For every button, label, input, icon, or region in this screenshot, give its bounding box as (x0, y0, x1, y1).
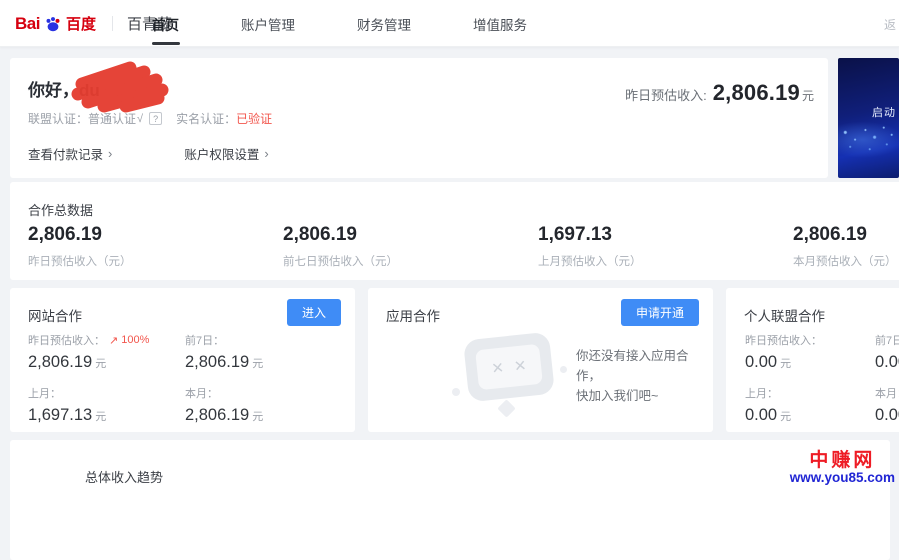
yesterday-income-value: 2,806.19 (713, 80, 800, 106)
yesterday-income: 昨日预估收入: 2,806.19 元 (625, 80, 814, 106)
stat-yesterday: 2,806.19 昨日预估收入（元） (28, 224, 132, 269)
trend-percent: 100% (121, 334, 149, 346)
cooperation-summary-card: 合作总数据 2,806.19 昨日预估收入（元） 2,806.19 前七日预估收… (10, 182, 899, 280)
personal-union-card: 个人联盟合作 昨日预估收入： 0.00元 前7日： 0.00 上月： 0.00元… (726, 288, 899, 432)
website-last7-metric: 前7日： 2,806.19元 (185, 332, 263, 372)
greeting-links: 查看付款记录 › 账户权限设置 › (28, 144, 269, 163)
baidu-logo-cn: 百度 (66, 13, 96, 34)
stat-label: 上月预估收入（元） (538, 253, 642, 269)
personal-card-title: 个人联盟合作 (744, 305, 825, 325)
baidu-paw-icon (44, 15, 62, 33)
yesterday-income-label: 昨日预估收入: (625, 85, 707, 104)
personal-last7-metric: 前7日： 0.00 (875, 332, 899, 372)
summary-title: 合作总数据 (28, 200, 93, 219)
website-yesterday-metric: 昨日预估收入： ↗ 100% 2,806.19元 (28, 332, 149, 372)
promo-banner[interactable]: 启动 (838, 58, 899, 178)
chevron-right-icon: › (264, 146, 268, 161)
site-watermark: 中赚网 www.you85.com (790, 451, 895, 485)
check-icon: √ (137, 113, 143, 125)
website-lastmonth-metric: 上月： 1,697.13元 (28, 385, 106, 425)
chevron-right-icon: › (108, 146, 112, 161)
realname-cert-label: 实名认证： (176, 110, 236, 127)
app-card-title: 应用合作 (386, 305, 440, 325)
trend-title: 总体收入趋势 (85, 467, 163, 486)
payment-records-link[interactable]: 查看付款记录 › (28, 144, 112, 163)
watermark-url[interactable]: www.you85.com (790, 471, 895, 485)
greeting-card: 你好，du 联盟认证： 普通认证 √ ? 实名认证： 已验证 查看付款记录 › … (10, 58, 828, 178)
stat-label: 前七日预估收入（元） (283, 253, 398, 269)
stat-value: 2,806.19 (28, 224, 132, 246)
account-permission-link[interactable]: 账户权限设置 › (184, 144, 268, 163)
personal-thismonth-metric: 本月： 0.00 (875, 385, 899, 425)
stat-value: 2,806.19 (283, 224, 398, 246)
stat-last7days: 2,806.19 前七日预估收入（元） (283, 224, 398, 269)
baidu-logo-bai: Bai (15, 14, 40, 34)
yesterday-income-unit: 元 (802, 87, 814, 104)
income-trend-card: 总体收入趋势 (10, 440, 890, 560)
stat-value: 2,806.19 (793, 224, 897, 246)
nav-tabs: 首页 账户管理 财务管理 增值服务 (138, 0, 575, 47)
empty-state-robot-icon: ✕ ✕ (456, 330, 566, 420)
tab-value-added-services[interactable]: 增值服务 (459, 0, 541, 47)
banner-text: 启动 (872, 104, 896, 120)
realname-cert-status: 已验证 (236, 110, 272, 127)
help-icon[interactable]: ? (149, 112, 162, 125)
tab-finance-management[interactable]: 财务管理 (343, 0, 425, 47)
top-nav: Bai 百度 ｜ 百青藤 首页 账户管理 财务管理 增值服务 返 (0, 0, 899, 47)
union-cert-label: 联盟认证： (28, 110, 88, 127)
greeting-text: 你好，du (28, 76, 100, 101)
website-card-title: 网站合作 (28, 305, 82, 325)
watermark-name: 中赚网 (790, 451, 895, 471)
app-empty-text: 你还没有接入应用合作， 快加入我们吧~ (576, 346, 713, 406)
app-cooperation-card: 应用合作 申请开通 ✕ ✕ 你还没有接入应用合作， 快加入我们吧~ (368, 288, 713, 432)
stat-last-month: 1,697.13 上月预估收入（元） (538, 224, 642, 269)
trend-up-icon: ↗ (109, 334, 118, 347)
tab-home[interactable]: 首页 (138, 0, 193, 47)
stat-label: 本月预估收入（元） (793, 253, 897, 269)
logo-separator: ｜ (105, 13, 120, 34)
personal-yesterday-metric: 昨日预估收入： 0.00元 (745, 332, 822, 372)
website-thismonth-metric: 本月： 2,806.19元 (185, 385, 263, 425)
stat-label: 昨日预估收入（元） (28, 253, 132, 269)
union-cert-value: 普通认证 (88, 110, 136, 127)
certification-row: 联盟认证： 普通认证 √ ? 实名认证： 已验证 (28, 110, 272, 127)
apply-open-button[interactable]: 申请开通 (621, 299, 699, 326)
enter-button[interactable]: 进入 (287, 299, 341, 326)
nav-right-clipped-text[interactable]: 返 (884, 16, 896, 33)
stat-this-month: 2,806.19 本月预估收入（元） (793, 224, 897, 269)
website-cooperation-card: 网站合作 进入 昨日预估收入： ↗ 100% 2,806.19元 前7日： 2,… (10, 288, 355, 432)
stat-value: 1,697.13 (538, 224, 642, 246)
personal-lastmonth-metric: 上月： 0.00元 (745, 385, 791, 425)
tab-account-management[interactable]: 账户管理 (227, 0, 309, 47)
